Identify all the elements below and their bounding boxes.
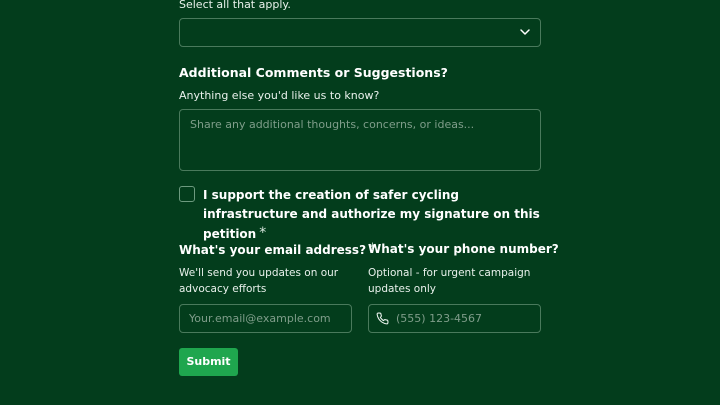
comments-textarea[interactable]: Share any additional thoughts, concerns,…	[179, 109, 541, 171]
consent-checkbox[interactable]	[179, 186, 195, 202]
phone-placeholder: (555) 123-4567	[396, 312, 483, 325]
email-hint: We'll send you updates on our advocacy e…	[179, 267, 339, 295]
petition-form-page: Select all that apply. Additional Commen…	[0, 0, 720, 405]
consent-required-mark: *	[259, 225, 267, 241]
consent-label[interactable]: I support the creation of safer cycling …	[203, 186, 541, 244]
email-input[interactable]: Your.email@example.com	[179, 304, 352, 333]
phone-hint: Optional - for urgent campaign updates o…	[368, 267, 531, 295]
consent-label-text: I support the creation of safer cycling …	[203, 188, 540, 241]
submit-button[interactable]: Submit	[179, 348, 238, 376]
phone-title: What's your phone number?	[368, 242, 559, 256]
phone-input[interactable]: (555) 123-4567	[368, 304, 541, 333]
multiselect-dropdown[interactable]	[179, 18, 541, 47]
email-title-text: What's your email address?	[179, 243, 367, 257]
email-field-group: What's your email address? * We'll send y…	[179, 240, 376, 333]
multiselect-hint: Select all that apply.	[179, 0, 291, 11]
phone-field-group: What's your phone number? Optional - for…	[368, 240, 559, 333]
comments-title: Additional Comments or Suggestions?	[179, 65, 448, 80]
chevron-down-icon	[520, 29, 530, 35]
email-title: What's your email address? *	[179, 240, 376, 259]
comments-placeholder: Share any additional thoughts, concerns,…	[190, 118, 475, 131]
comments-hint: Anything else you'd like us to know?	[179, 89, 380, 102]
phone-icon	[376, 312, 389, 325]
email-placeholder: Your.email@example.com	[189, 312, 331, 325]
